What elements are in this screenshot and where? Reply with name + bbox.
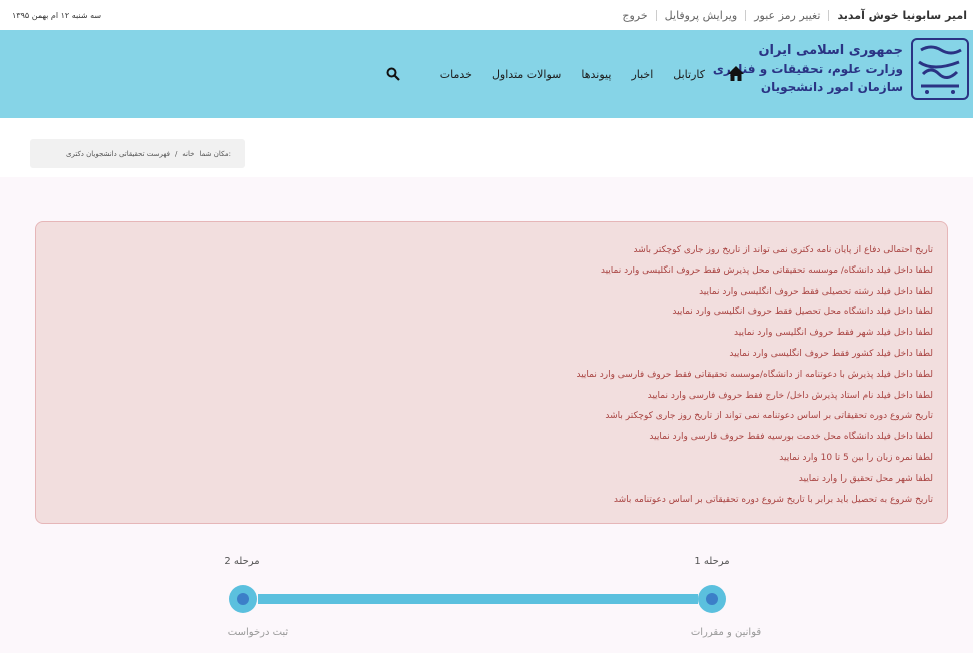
breadcrumb: مکان شما: خانه / فهرست تحقیقاتی دانشجویا… bbox=[30, 139, 245, 168]
step-2-label: ثبت درخواست bbox=[227, 627, 289, 638]
logout-link[interactable]: خروج bbox=[622, 9, 647, 22]
error-list: تاریخ احتمالی دفاع از پایان نامه دکتری ن… bbox=[50, 240, 933, 510]
nav-item-kartable[interactable]: کارتابل bbox=[673, 68, 705, 81]
welcome-text: امیر سابونیا خوش آمدید bbox=[837, 9, 967, 22]
edit-profile-link[interactable]: ویرایش پروفایل bbox=[665, 9, 738, 22]
step-progress-track bbox=[258, 594, 698, 604]
error-message: تاریخ شروع به تحصیل باید برابر با تاریخ … bbox=[613, 494, 933, 505]
main-nav: کارتابل اخبار پیوندها سوالات متداول خدما… bbox=[386, 59, 745, 89]
nav-item-news[interactable]: اخبار bbox=[631, 68, 653, 81]
step-2-indicator[interactable] bbox=[229, 585, 257, 613]
step-1-indicator[interactable] bbox=[698, 585, 726, 613]
logo-emblem[interactable] bbox=[911, 38, 969, 100]
search-icon[interactable] bbox=[386, 67, 400, 81]
user-links: امیر سابونیا خوش آمدید تغییر رمز عبور وی… bbox=[622, 9, 967, 22]
error-message: لطفا داخل فیلد دانشگاه محل تحصیل فقط حرو… bbox=[672, 307, 933, 318]
separator bbox=[745, 10, 747, 21]
nav-item-services[interactable]: خدمات bbox=[440, 68, 472, 81]
main-content: تاریخ احتمالی دفاع از پایان نامه دکتری ن… bbox=[0, 177, 973, 653]
error-message: لطفا داخل فیلد نام استاد پذیرش داخل/ خار… bbox=[647, 390, 933, 401]
separator bbox=[828, 10, 830, 21]
error-message: تاریخ شروع دوره تحقیقاتی بر اساس دعوتنام… bbox=[605, 411, 933, 422]
validation-error-alert: تاریخ احتمالی دفاع از پایان نامه دکتری ن… bbox=[35, 221, 948, 524]
current-date: سه شنبه ۱۲ ام بهمن ۱۳۹۵ bbox=[12, 11, 102, 20]
error-message: لطفا داخل فیلد دانشگاه/ موسسه تحقیقاتی م… bbox=[600, 265, 933, 276]
error-message: لطفا داخل فیلد کشور فقط حروف انگلیسی وار… bbox=[729, 348, 933, 359]
breadcrumb-separator: / bbox=[174, 149, 178, 158]
error-message: لطفا داخل فیلد پذیرش با دعوتنامه از دانش… bbox=[576, 369, 933, 380]
breadcrumb-home-link[interactable]: خانه bbox=[182, 150, 194, 158]
error-message: لطفا شهر محل تحقیق را وارد نمایید bbox=[798, 473, 933, 484]
breadcrumb-current: فهرست تحقیقاتی دانشجویان دکتری bbox=[65, 149, 170, 158]
step-1-label: قوانین و مقررات bbox=[690, 627, 762, 638]
change-password-link[interactable]: تغییر رمز عبور bbox=[754, 9, 820, 22]
logo-line-1: جمهوری اسلامی ایران bbox=[758, 43, 903, 58]
home-icon[interactable] bbox=[727, 65, 745, 83]
error-message: لطفا نمره زبان را بین 5 تا 10 وارد نمایی… bbox=[779, 452, 933, 463]
error-message: لطفا داخل فیلد شهر فقط حروف انگلیسی وارد… bbox=[734, 328, 933, 339]
step-2-title: مرحله 2 bbox=[224, 556, 260, 567]
nav-item-faq[interactable]: سوالات متداول bbox=[492, 68, 561, 81]
step-2-dot bbox=[237, 593, 249, 605]
error-message: تاریخ احتمالی دفاع از پایان نامه دکتری ن… bbox=[633, 245, 933, 255]
step-1-title: مرحله 1 bbox=[694, 556, 730, 567]
separator bbox=[655, 10, 657, 21]
step-1-dot bbox=[706, 593, 718, 605]
error-message: لطفا داخل فیلد دانشگاه محل خدمت بورسیه ف… bbox=[649, 432, 933, 443]
site-header: جمهوری اسلامی ایران وزارت علوم، تحقیقات … bbox=[0, 30, 973, 118]
step-wizard: مرحله 1 مرحله 2 قوانین و مقررات ثبت درخو… bbox=[0, 542, 973, 653]
logo-calligraphy-icon bbox=[918, 45, 962, 94]
breadcrumb-label: مکان شما: bbox=[199, 149, 231, 158]
nav-item-links[interactable]: پیوندها bbox=[581, 68, 611, 81]
error-message: لطفا داخل فیلد رشته تحصیلی فقط حروف انگل… bbox=[699, 286, 933, 297]
top-bar: امیر سابونیا خوش آمدید تغییر رمز عبور وی… bbox=[0, 0, 973, 30]
